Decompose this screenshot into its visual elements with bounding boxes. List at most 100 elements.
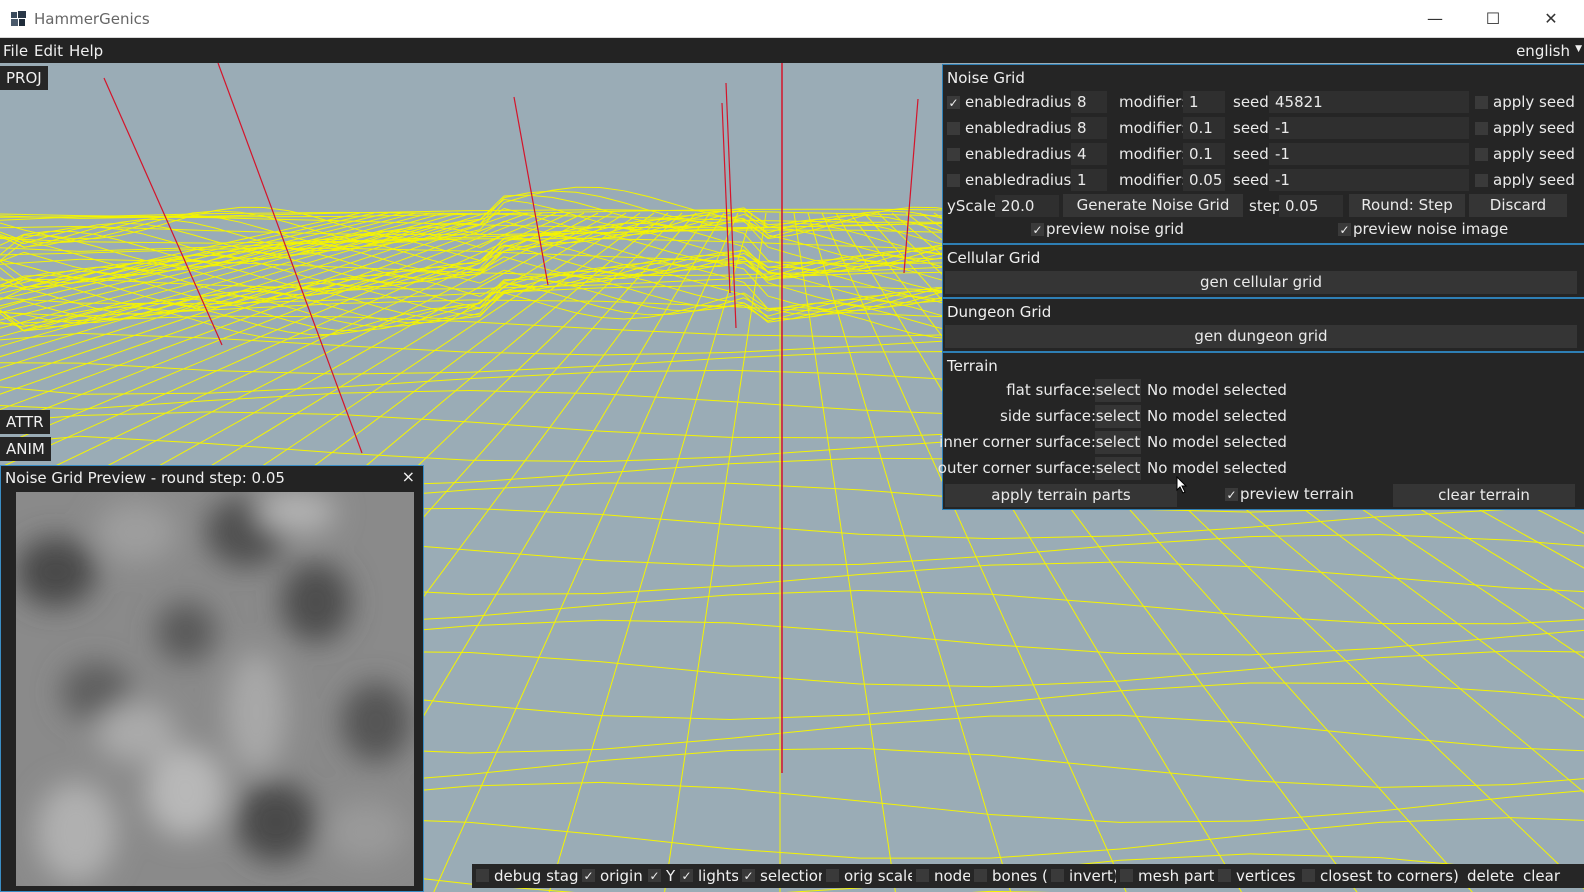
bones-label: bones ( (992, 867, 1048, 885)
y-label: Y (666, 867, 676, 885)
radius-input[interactable]: 1 (1071, 169, 1107, 191)
closest-corners-checkbox[interactable] (1302, 869, 1315, 882)
yscale-input[interactable]: 20.0 (995, 195, 1059, 217)
select-surface-button[interactable]: select (1095, 457, 1141, 480)
radius-label: radius: (1025, 145, 1077, 163)
debug-stage-checkbox[interactable] (476, 869, 489, 882)
vertices-toggle[interactable]: vertices ( (1214, 864, 1311, 888)
apply-seed-checkbox[interactable] (1475, 148, 1488, 161)
bottom-toolbar: debug stage ✓ origin ✓ Y ✓ lights ✓ selectio… (0, 864, 1584, 892)
radius-input[interactable]: 4 (1071, 143, 1107, 165)
nodes-checkbox[interactable] (916, 869, 929, 882)
tab-proj[interactable]: PROJ (0, 66, 48, 90)
apply-seed-label: apply seed (1493, 119, 1575, 137)
selection-label: selection (760, 867, 828, 885)
select-surface-button[interactable]: select (1095, 431, 1141, 454)
surface-label: outer corner surface: (937, 459, 1096, 477)
maximize-button[interactable]: ☐ (1464, 0, 1522, 38)
select-surface-button[interactable]: select (1095, 379, 1141, 402)
apply-terrain-parts-button[interactable]: apply terrain parts (945, 484, 1177, 507)
gen-cellular-grid-button[interactable]: gen cellular grid (945, 271, 1577, 294)
debug-stage-toggle[interactable]: debug stage (472, 864, 592, 888)
orig-scale-toggle[interactable]: orig scale (822, 864, 921, 888)
radius-label: radius: (1025, 119, 1077, 137)
clear-all-button[interactable]: clear all (1518, 864, 1584, 892)
chevron-down-icon: ▼ (1575, 44, 1582, 54)
tab-anim[interactable]: ANIM (0, 437, 51, 461)
delete-button[interactable]: delete (1462, 864, 1520, 888)
menu-file[interactable]: File (3, 42, 28, 60)
origin-checkbox[interactable]: ✓ (582, 869, 595, 882)
vertices-checkbox[interactable] (1218, 869, 1231, 882)
origin-toggle[interactable]: ✓ origin (578, 864, 647, 888)
surface-value: No model selected (1147, 433, 1287, 451)
clear-terrain-button[interactable]: clear terrain (1393, 484, 1575, 507)
apply-seed-checkbox[interactable] (1475, 96, 1488, 109)
selection-toggle[interactable]: ✓ selection (738, 864, 832, 888)
close-icon[interactable]: × (402, 467, 415, 486)
preview-noise-grid-checkbox[interactable]: ✓ (1031, 223, 1044, 236)
y-toggle[interactable]: ✓ Y (644, 864, 680, 888)
enabled-checkbox[interactable] (947, 148, 960, 161)
bones-checkbox[interactable] (974, 869, 987, 882)
preview-noise-image-checkbox[interactable]: ✓ (1338, 223, 1351, 236)
mesh-parts-checkbox[interactable] (1120, 869, 1133, 882)
orig-scale-checkbox[interactable] (826, 869, 839, 882)
cellular-grid-title: Cellular Grid (947, 249, 1041, 267)
radius-input[interactable]: 8 (1071, 91, 1107, 113)
invert-checkbox[interactable] (1051, 869, 1064, 882)
debug-stage-label: debug stage (494, 867, 588, 885)
discard-button[interactable]: Discard (1469, 194, 1567, 217)
select-surface-button[interactable]: select (1095, 405, 1141, 428)
invert-toggle[interactable]: invert) (1047, 864, 1123, 888)
gen-dungeon-grid-button[interactable]: gen dungeon grid (945, 325, 1577, 348)
noise-preview-window[interactable]: Noise Grid Preview - round step: 0.05 × (0, 465, 424, 892)
radius-input[interactable]: 8 (1071, 117, 1107, 139)
apply-seed-label: apply seed (1493, 171, 1575, 189)
surface-value: No model selected (1147, 459, 1287, 477)
language-select[interactable]: english ▼ (1516, 42, 1582, 60)
seed-input[interactable]: -1 (1269, 143, 1469, 165)
surface-value: No model selected (1147, 407, 1287, 425)
seed-label: seed: (1233, 119, 1274, 137)
enabled-checkbox[interactable] (947, 122, 960, 135)
modifier-label: modifier: (1119, 119, 1187, 137)
mesh-parts-label: mesh parts (1138, 867, 1223, 885)
enabled-checkbox[interactable]: ✓ (947, 96, 960, 109)
preview-terrain-checkbox[interactable]: ✓ (1225, 488, 1238, 501)
y-checkbox[interactable]: ✓ (648, 869, 661, 882)
language-value: english (1516, 42, 1570, 60)
modifier-input[interactable]: 0.1 (1183, 143, 1225, 165)
preview-noise-grid-label: preview noise grid (1046, 220, 1184, 238)
step-input[interactable]: 0.05 (1279, 195, 1343, 217)
close-window-button[interactable]: ✕ (1522, 0, 1580, 38)
window-title: HammerGenics (34, 10, 150, 28)
modifier-input[interactable]: 1 (1183, 91, 1225, 113)
lights-checkbox[interactable]: ✓ (680, 869, 693, 882)
menu-edit[interactable]: Edit (34, 42, 63, 60)
apply-seed-checkbox[interactable] (1475, 122, 1488, 135)
vertices-label: vertices ( (1236, 867, 1307, 885)
generate-noise-grid-button[interactable]: Generate Noise Grid (1063, 194, 1243, 217)
radius-label: radius: (1025, 171, 1077, 189)
bones-toggle[interactable]: bones ( (970, 864, 1052, 888)
tab-attr[interactable]: ATTR (0, 410, 50, 434)
apply-seed-checkbox[interactable] (1475, 174, 1488, 187)
minimize-button[interactable]: — (1406, 0, 1464, 38)
modifier-input[interactable]: 0.05 (1183, 169, 1225, 191)
selection-checkbox[interactable]: ✓ (742, 869, 755, 882)
enabled-label: enabled (965, 145, 1026, 163)
modifier-label: modifier: (1119, 145, 1187, 163)
modifier-input[interactable]: 0.1 (1183, 117, 1225, 139)
origin-label: origin (600, 867, 643, 885)
seed-input[interactable]: -1 (1269, 169, 1469, 191)
lights-toggle[interactable]: ✓ lights (676, 864, 744, 888)
menu-help[interactable]: Help (69, 42, 103, 60)
enabled-checkbox[interactable] (947, 174, 960, 187)
mesh-parts-toggle[interactable]: mesh parts (1116, 864, 1227, 888)
terrain-panel: Terrain flat surface: select No model sele… (938, 352, 1584, 510)
seed-input[interactable]: -1 (1269, 117, 1469, 139)
closest-corners-toggle[interactable]: closest to corners) (1298, 864, 1463, 888)
seed-input[interactable]: 45821 (1269, 91, 1469, 113)
round-step-button[interactable]: Round: Step (1349, 194, 1465, 217)
